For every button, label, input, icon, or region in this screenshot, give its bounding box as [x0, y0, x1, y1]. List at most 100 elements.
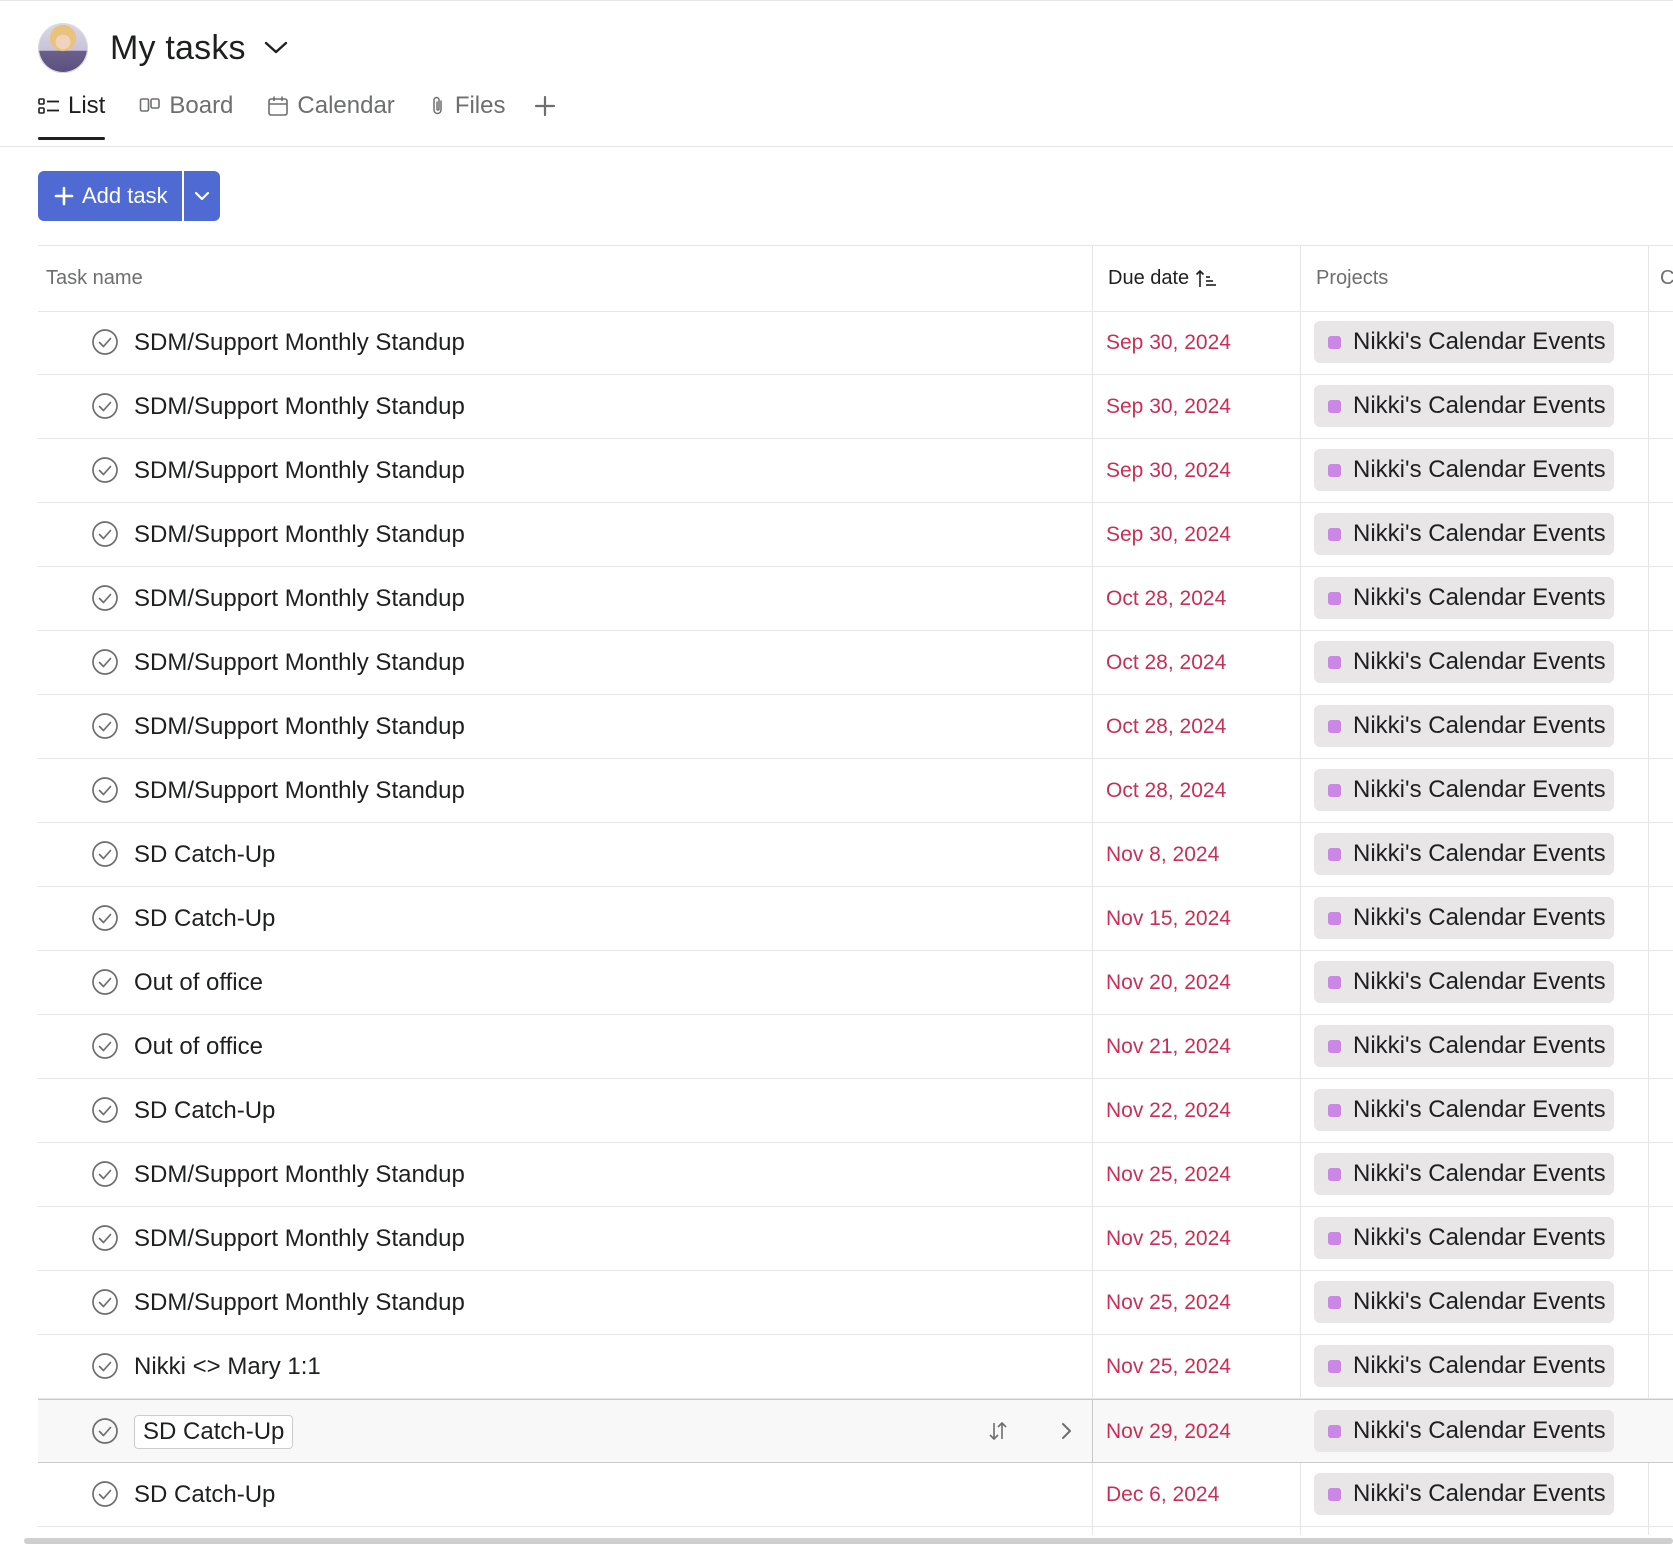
task-name[interactable]: SD Catch-Up [134, 1079, 275, 1142]
project-pill[interactable]: Nikki's Calendar Events [1314, 705, 1614, 747]
project-pill[interactable]: Nikki's Calendar Events [1314, 961, 1614, 1003]
task-name[interactable]: Out of office [134, 951, 263, 1014]
table-row[interactable]: Out of office Nov 21, 2024 Nikki's Calenda… [38, 1015, 1673, 1079]
complete-task-checkbox[interactable] [91, 648, 119, 676]
task-name[interactable]: SDM/Support Monthly Standup [134, 631, 465, 694]
task-name[interactable]: SDM/Support Monthly Standup [134, 375, 465, 438]
project-pill[interactable]: Nikki's Calendar Events [1314, 833, 1614, 875]
avatar[interactable] [38, 23, 88, 73]
task-name[interactable]: SDM/Support Monthly Standup [134, 439, 465, 502]
due-date[interactable]: Nov 21, 2024 [1106, 1015, 1231, 1078]
complete-task-checkbox[interactable] [91, 520, 119, 548]
task-name[interactable]: SD Catch-Up [134, 1463, 275, 1526]
table-row[interactable]: Nikki <> Mary 1:1 Nov 25, 2024 Nikki's Cal… [38, 1335, 1673, 1399]
tab-calendar[interactable]: Calendar [267, 86, 395, 126]
due-date[interactable]: Dec 9, 2024 [1106, 1527, 1219, 1535]
complete-task-checkbox[interactable] [91, 328, 119, 356]
table-row[interactable]: SDM/Support Monthly StandupDec 9, 2024Ni… [38, 1527, 1673, 1535]
table-row[interactable]: SDM/Support Monthly Standup Sep 30, 2024 N… [38, 439, 1673, 503]
due-date[interactable]: Nov 22, 2024 [1106, 1079, 1231, 1142]
due-date[interactable]: Oct 28, 2024 [1106, 567, 1226, 630]
table-row[interactable]: SD Catch-Up Nov 22, 2024 Nikki's Calendar … [38, 1079, 1673, 1143]
column-header-projects[interactable]: Projects [1316, 246, 1388, 311]
task-name[interactable]: Nikki <> Mary 1:1 [134, 1335, 321, 1398]
complete-task-checkbox[interactable] [91, 1417, 119, 1445]
project-pill[interactable]: Nikki's Calendar Events [1314, 1089, 1614, 1131]
table-row[interactable]: SDM/Support Monthly Standup Oct 28, 2024 N… [38, 567, 1673, 631]
due-date[interactable]: Sep 30, 2024 [1106, 439, 1231, 502]
table-row[interactable]: Out of office Nov 20, 2024 Nikki's Calenda… [38, 951, 1673, 1015]
due-date[interactable]: Sep 30, 2024 [1106, 375, 1231, 438]
table-row[interactable]: SD Catch-Up Nov 29, 2024 Nikki's Calendar … [38, 1399, 1673, 1463]
project-pill[interactable]: Nikki's Calendar Events [1314, 769, 1614, 811]
complete-task-checkbox[interactable] [91, 1160, 119, 1188]
project-pill[interactable]: Nikki's Calendar Events [1314, 641, 1614, 683]
task-name[interactable]: SDM/Support Monthly Standup [134, 567, 465, 630]
task-name[interactable]: SDM/Support Monthly Standup [134, 1271, 465, 1334]
project-pill[interactable]: Nikki's Calendar Events [1314, 1473, 1614, 1515]
project-pill[interactable]: Nikki's Calendar Events [1314, 321, 1614, 363]
complete-task-checkbox[interactable] [91, 776, 119, 804]
horizontal-scrollbar[interactable] [24, 1538, 1673, 1544]
table-row[interactable]: SD Catch-Up Nov 15, 2024 Nikki's Calendar … [38, 887, 1673, 951]
column-header-truncated[interactable]: C [1660, 246, 1673, 311]
task-name[interactable]: SDM/Support Monthly Standup [134, 759, 465, 822]
task-name[interactable]: SD Catch-Up [134, 887, 275, 950]
due-date[interactable]: Nov 25, 2024 [1106, 1143, 1231, 1206]
project-pill[interactable]: Nikki's Calendar Events [1314, 1153, 1614, 1195]
due-date[interactable]: Oct 28, 2024 [1106, 759, 1226, 822]
project-pill[interactable]: Nikki's Calendar Events [1314, 1410, 1614, 1452]
complete-task-checkbox[interactable] [91, 584, 119, 612]
complete-task-checkbox[interactable] [91, 1096, 119, 1124]
task-name[interactable]: SDM/Support Monthly Standup [134, 1143, 465, 1206]
complete-task-checkbox[interactable] [91, 456, 119, 484]
table-row[interactable]: SDM/Support Monthly Standup Nov 25, 2024 N… [38, 1271, 1673, 1335]
project-pill[interactable]: Nikki's Calendar Events [1314, 1281, 1614, 1323]
tab-list[interactable]: List [38, 86, 106, 140]
table-row[interactable]: SDM/Support Monthly Standup Oct 28, 2024 N… [38, 695, 1673, 759]
add-tab-button[interactable] [533, 86, 557, 126]
complete-task-checkbox[interactable] [91, 1288, 119, 1316]
complete-task-checkbox[interactable] [91, 840, 119, 868]
complete-task-checkbox[interactable] [91, 1352, 119, 1380]
due-date[interactable]: Oct 28, 2024 [1106, 695, 1226, 758]
table-row[interactable]: SDM/Support Monthly Standup Sep 30, 2024 N… [38, 375, 1673, 439]
subtask-sort-icon[interactable] [985, 1418, 1011, 1444]
due-date[interactable]: Nov 20, 2024 [1106, 951, 1231, 1014]
add-task-button[interactable]: Add task [38, 171, 182, 221]
complete-task-checkbox[interactable] [91, 1032, 119, 1060]
project-pill[interactable]: Nikki's Calendar Events [1314, 513, 1614, 555]
project-pill[interactable]: Nikki's Calendar Events [1314, 385, 1614, 427]
due-date[interactable]: Nov 15, 2024 [1106, 887, 1231, 950]
table-row[interactable]: SDM/Support Monthly Standup Nov 25, 2024 N… [38, 1143, 1673, 1207]
table-row[interactable]: SDM/Support Monthly Standup Oct 28, 2024 N… [38, 759, 1673, 823]
due-date[interactable]: Sep 30, 2024 [1106, 503, 1231, 566]
complete-task-checkbox[interactable] [91, 712, 119, 740]
task-name[interactable]: SDM/Support Monthly Standup [134, 1527, 465, 1535]
task-name[interactable]: SDM/Support Monthly Standup [134, 311, 465, 374]
table-row[interactable]: SDM/Support Monthly Standup Oct 28, 2024 N… [38, 631, 1673, 695]
due-date[interactable]: Dec 6, 2024 [1106, 1463, 1219, 1526]
due-date[interactable]: Nov 29, 2024 [1106, 1400, 1231, 1463]
table-row[interactable]: SD Catch-Up Dec 6, 2024 Nikki's Calendar E… [38, 1463, 1673, 1527]
task-name[interactable]: SD Catch-Up [134, 1400, 294, 1463]
tab-board[interactable]: Board [139, 86, 233, 126]
project-pill[interactable]: Nikki's Calendar Events [1314, 897, 1614, 939]
task-name[interactable]: SD Catch-Up [134, 823, 275, 886]
due-date[interactable]: Nov 25, 2024 [1106, 1207, 1231, 1270]
table-row[interactable]: SDM/Support Monthly Standup Sep 30, 2024 N… [38, 503, 1673, 567]
project-pill[interactable]: Nikki's Calendar Events [1314, 577, 1614, 619]
complete-task-checkbox[interactable] [91, 904, 119, 932]
project-pill[interactable]: Nikki's Calendar Events [1314, 1025, 1614, 1067]
table-row[interactable]: SD Catch-Up Nov 8, 2024 Nikki's Calendar E… [38, 823, 1673, 887]
complete-task-checkbox[interactable] [91, 1480, 119, 1508]
complete-task-checkbox[interactable] [91, 392, 119, 420]
add-task-dropdown-button[interactable] [183, 171, 220, 221]
project-pill[interactable]: Nikki's Calendar Events [1314, 1345, 1614, 1387]
due-date[interactable]: Nov 25, 2024 [1106, 1271, 1231, 1334]
column-header-due-date[interactable]: Due date [1108, 246, 1217, 311]
project-pill[interactable]: Nikki's Calendar Events [1314, 1217, 1614, 1259]
due-date[interactable]: Oct 28, 2024 [1106, 631, 1226, 694]
task-name[interactable]: SDM/Support Monthly Standup [134, 695, 465, 758]
table-row[interactable]: SDM/Support Monthly Standup Sep 30, 2024 N… [38, 311, 1673, 375]
